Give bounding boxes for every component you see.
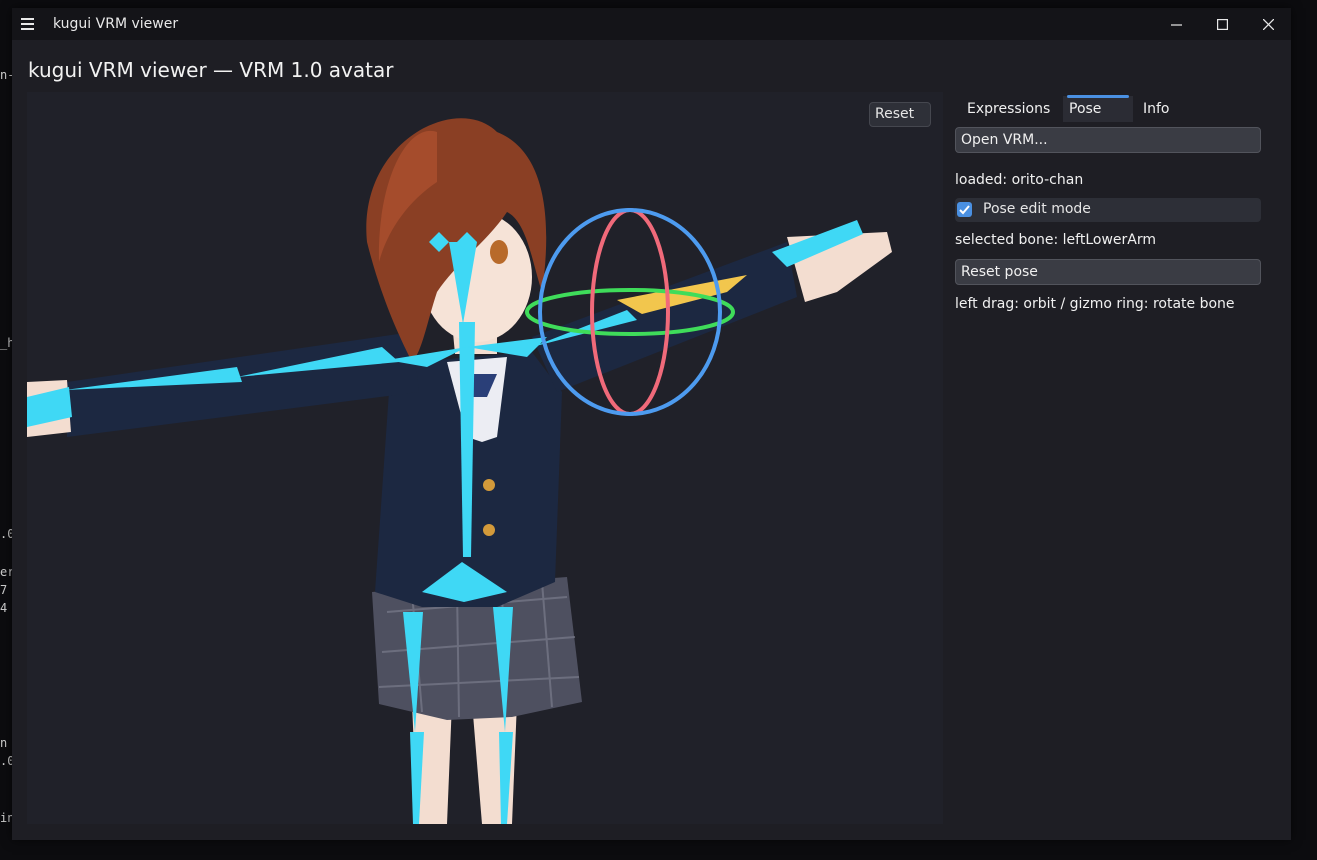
hint-text: left drag: orbit / gizmo ring: rotate bo… — [955, 296, 1235, 312]
loaded-status-text: loaded: orito-chan — [955, 172, 1084, 188]
reset-pose-button[interactable]: Reset pose — [955, 259, 1261, 285]
terminal-fragment: n- — [0, 68, 12, 82]
jacket-button — [483, 524, 495, 536]
terminal-fragment: _h — [0, 336, 12, 350]
terminal-fragment: in — [0, 811, 12, 825]
pose-edit-label: Pose edit mode — [983, 201, 1091, 217]
tab-expressions[interactable]: Expressions — [961, 96, 1056, 122]
hamburger-menu-icon[interactable] — [21, 18, 34, 30]
close-icon — [1262, 18, 1274, 30]
maximize-icon — [1216, 18, 1228, 30]
title-bar: kugui VRM viewer — [12, 8, 1291, 40]
terminal-fragment: .0 — [0, 527, 12, 541]
app-heading: kugui VRM viewer — VRM 1.0 avatar — [28, 58, 394, 82]
app-window: kugui VRM viewer kugui VRM viewer — VRM … — [12, 8, 1291, 840]
close-button[interactable] — [1245, 8, 1291, 40]
selected-bone-text: selected bone: leftLowerArm — [955, 232, 1156, 248]
terminal-fragment: er — [0, 565, 12, 579]
terminal-fragment: .0 — [0, 754, 12, 768]
tab-info[interactable]: Info — [1137, 96, 1176, 122]
avatar-scene[interactable] — [27, 92, 943, 824]
maximize-button[interactable] — [1199, 8, 1245, 40]
terminal-fragment: 7 — [0, 583, 8, 597]
terminal-fragment: n — [0, 736, 8, 750]
background-terminal: n- _h .0 er 7 4 n .0 in — [0, 0, 12, 860]
jacket-button — [483, 479, 495, 491]
tab-pose[interactable]: Pose — [1063, 95, 1133, 122]
pose-edit-toggle[interactable]: Pose edit mode — [955, 198, 1261, 222]
open-vrm-button[interactable]: Open VRM... — [955, 127, 1261, 153]
minimize-icon — [1170, 23, 1182, 26]
checkmark-icon — [959, 205, 970, 215]
pose-edit-checkbox[interactable] — [957, 202, 972, 217]
viewport-reset-button[interactable]: Reset — [869, 102, 931, 127]
side-panel: Expressions Pose Info Open VRM... loaded… — [955, 92, 1267, 832]
terminal-fragment: 4 — [0, 601, 8, 615]
3d-viewport[interactable]: Reset — [27, 92, 943, 824]
avatar-eye — [490, 240, 508, 264]
window-title: kugui VRM viewer — [53, 16, 179, 32]
minimize-button[interactable] — [1153, 8, 1199, 40]
